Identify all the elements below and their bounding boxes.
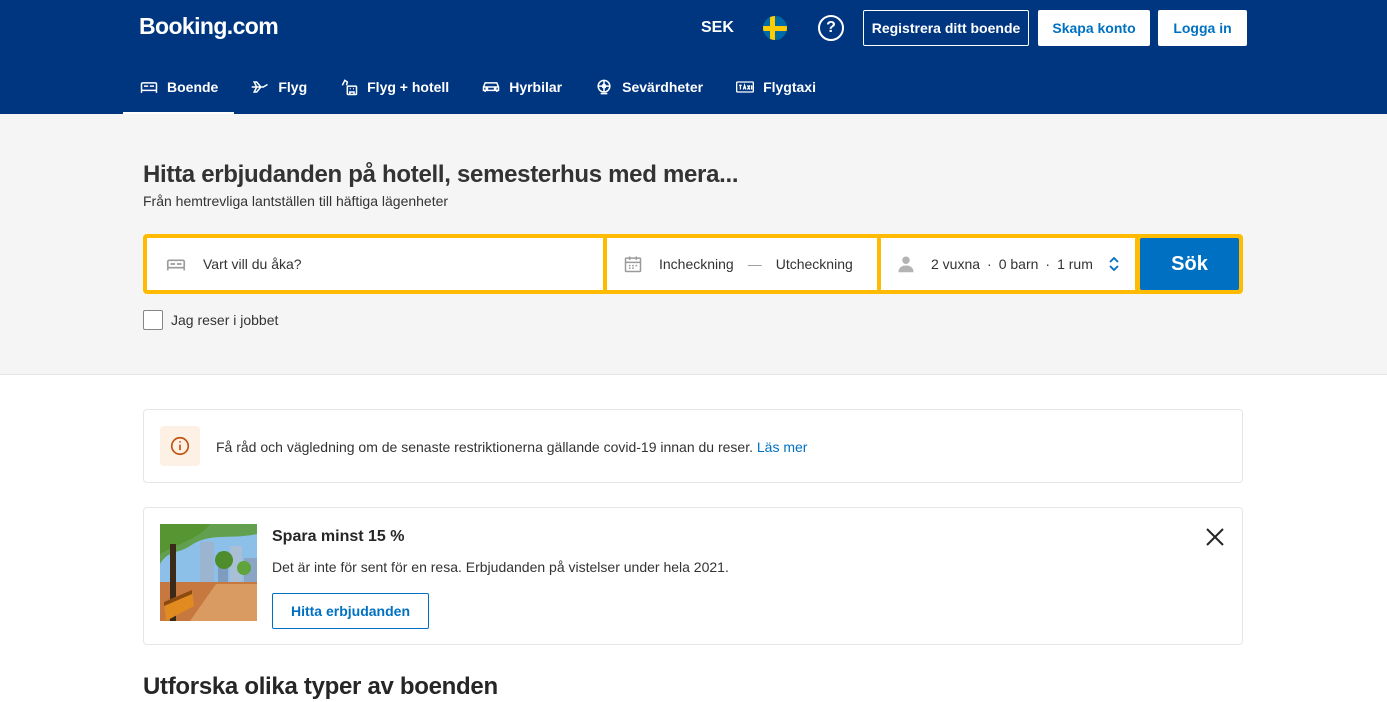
login-button[interactable]: Logga in — [1158, 10, 1247, 46]
destination-placeholder: Vart vill du åka? — [203, 256, 302, 272]
bed-icon — [166, 259, 186, 271]
nav-label: Flyg + hotell — [367, 79, 450, 95]
business-travel-label: Jag reser i jobbet — [171, 312, 279, 328]
nav-item-sevardheter[interactable]: Sevärdheter — [578, 62, 719, 112]
create-account-button[interactable]: Skapa konto — [1038, 10, 1150, 46]
hero-subtitle: Från hemtrevliga lantställen till häftig… — [143, 193, 449, 209]
nav-item-flygtaxi[interactable]: Flygtaxi — [719, 62, 832, 112]
plane-icon — [252, 81, 269, 93]
children-count: 0 barn — [998, 256, 1039, 272]
date-separator: — — [747, 256, 762, 272]
nav-label: Boende — [167, 79, 219, 95]
hero-title: Hitta erbjudanden på hotell, semesterhus… — [143, 161, 739, 188]
nav-label: Sevärdheter — [622, 79, 704, 95]
explore-section-title: Utforska olika typer av boenden — [143, 673, 498, 700]
promo-image — [160, 524, 257, 621]
search-hero: Hitta erbjudanden på hotell, semesterhus… — [0, 114, 1387, 375]
search-button[interactable]: Sök — [1140, 238, 1239, 290]
info-icon — [160, 426, 200, 466]
nav-item-flyg-hotell[interactable]: Flyg + hotell — [323, 62, 465, 112]
destination-input[interactable]: Vart vill du åka? — [147, 238, 603, 290]
read-more-link[interactable]: Läs mer — [757, 439, 808, 455]
find-deals-button[interactable]: Hitta erbjudanden — [272, 593, 429, 629]
checkin-label[interactable]: Incheckning — [659, 256, 734, 272]
flight-hotel-icon — [341, 79, 358, 96]
separator-dot: · — [1045, 256, 1051, 272]
attractions-icon — [597, 79, 611, 95]
covid-notice-text: Få råd och vägledning om de senaste rest… — [216, 439, 753, 455]
bed-icon — [140, 82, 158, 93]
nav-item-boende[interactable]: Boende — [123, 62, 235, 114]
nav-label: Hyrbilar — [509, 79, 563, 95]
business-travel-checkbox[interactable] — [143, 310, 163, 330]
search-bar: Vart vill du åka? Incheckning — Utcheckn… — [143, 234, 1243, 294]
currency-selector[interactable]: SEK — [701, 19, 734, 37]
register-property-button[interactable]: Registrera ditt boende — [863, 10, 1029, 46]
taxi-icon — [736, 81, 755, 93]
car-icon — [482, 82, 500, 92]
close-icon[interactable] — [1204, 526, 1226, 548]
swedish-flag-icon[interactable] — [763, 16, 787, 40]
business-travel-option[interactable]: Jag reser i jobbet — [143, 310, 278, 330]
promo-text: Det är inte för sent för en resa. Erbjud… — [272, 559, 729, 575]
promo-banner: Spara minst 15 % Det är inte för sent fö… — [143, 507, 1243, 645]
chevron-updown-icon — [1109, 256, 1119, 272]
covid-notice-text-row: Få råd och vägledning om de senaste rest… — [216, 439, 807, 455]
adults-count: 2 vuxna — [931, 256, 981, 272]
nav-label: Flygtaxi — [763, 79, 816, 95]
nav-item-hyrbilar[interactable]: Hyrbilar — [465, 62, 578, 112]
nav-label: Flyg — [278, 79, 308, 95]
date-picker[interactable]: Incheckning — Utcheckning — [607, 238, 877, 290]
separator-dot: · — [987, 256, 992, 272]
person-icon — [898, 256, 914, 273]
nav-item-flyg[interactable]: Flyg — [234, 62, 323, 112]
help-icon[interactable]: ? — [818, 15, 844, 41]
checkout-label[interactable]: Utcheckning — [776, 256, 853, 272]
top-header: Booking.com SEK ? Registrera ditt boende… — [0, 0, 1387, 114]
calendar-icon — [624, 256, 642, 273]
covid-notice: Få råd och vägledning om de senaste rest… — [143, 409, 1243, 483]
booking-logo[interactable]: Booking.com — [139, 13, 279, 40]
rooms-count: 1 rum — [1057, 256, 1093, 272]
product-nav: Boende Flyg Flyg + hotell Hyrbilar Sevär… — [123, 62, 832, 114]
guests-selector[interactable]: 2 vuxna · 0 barn · 1 rum — [881, 238, 1135, 290]
promo-title: Spara minst 15 % — [272, 528, 405, 545]
